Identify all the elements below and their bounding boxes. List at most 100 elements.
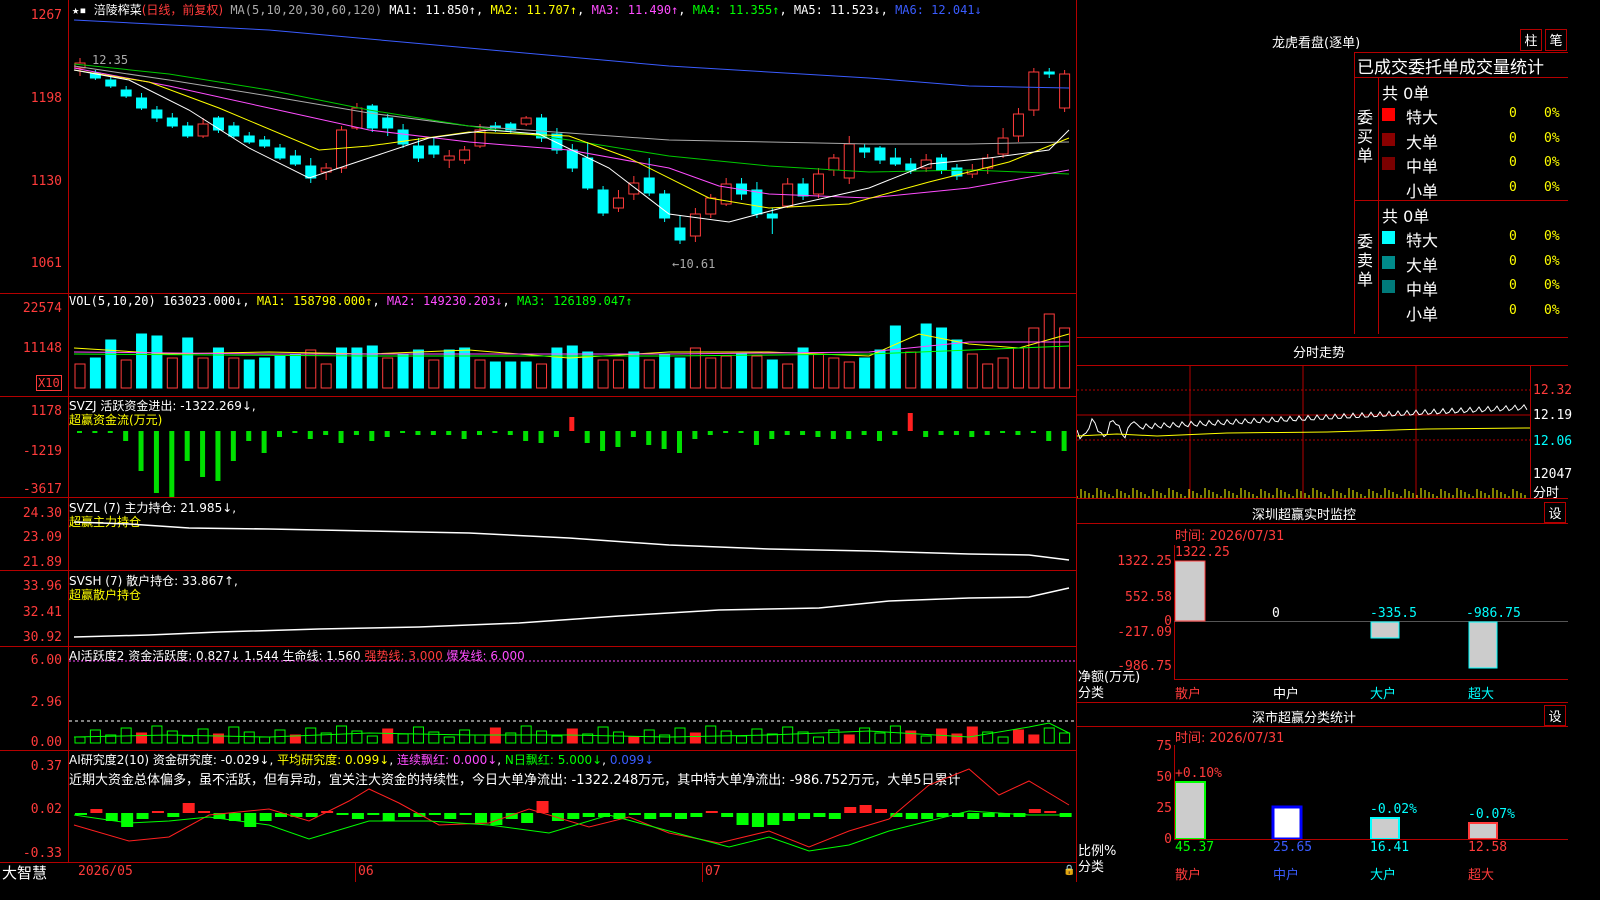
ma3-value: MA3: 11.490↑ [591,3,679,17]
candle-body [412,145,424,159]
candle-body [336,129,348,169]
candle-body [274,147,286,159]
volume-bar [782,363,794,389]
order-percent: 0% [1544,302,1560,318]
candle-body [428,145,440,155]
ai-activity-chart[interactable] [69,647,1075,750]
tick-view-button[interactable]: 笔 [1545,29,1567,51]
candle-body [1043,71,1055,75]
volume-bar [1059,327,1071,389]
fund-flow-chart[interactable] [69,397,1075,497]
fund-flow-bar [784,431,790,435]
activity-bar [966,726,978,744]
classification-bar-chart[interactable] [1175,745,1568,839]
activity-bar [151,725,163,744]
activity-bar [443,736,455,744]
class-bar-large [1370,817,1400,839]
research-bar [875,809,887,813]
volume-bar [982,363,994,389]
ma5-value: MA5: 11.523↓ [793,3,881,17]
fund-flow-bar [569,417,575,431]
intraday-price-tick: 12.06 [1533,434,1573,449]
y-tick: 30.92 [22,630,62,645]
monitor-value: 0 [1272,606,1280,621]
candlestick-chart[interactable] [69,18,1075,293]
candle-body [643,177,655,194]
candle-body [289,155,301,165]
volume-bar [182,337,194,389]
lock-icon[interactable]: 🔒 [1063,865,1075,876]
candle-body [382,117,394,129]
fund-flow-bar [492,431,498,433]
stock-name[interactable]: 涪陵榨菜 [94,3,142,17]
volume-bar [520,361,532,389]
candle-body [674,227,686,241]
classification-time: 时间: 2026/07/31 [1175,731,1285,746]
research-bar [367,813,380,815]
research-bar [1028,809,1041,813]
volume-bar [428,359,440,389]
candle-body [597,189,609,214]
y-tick: 1130 [30,174,62,189]
activity-bar [520,725,532,744]
bar-view-button[interactable]: 柱 [1520,29,1542,51]
candle-body [1012,113,1024,137]
volume-chart[interactable] [69,296,1075,396]
classification-y-tick: 0 [1164,832,1172,847]
order-count: 0 [1509,229,1517,244]
fund-flow-bar [292,431,298,433]
monitor-settings-button[interactable]: 设 [1544,502,1566,523]
fund-flow-bar [969,431,975,437]
order-count: 0 [1509,278,1517,293]
research-bar [967,813,980,819]
legend-swatch [1382,255,1395,269]
intraday-chart[interactable] [1077,366,1530,498]
activity-bar [74,736,86,744]
fund-flow-bar [938,431,944,435]
activity-bar [243,731,255,744]
order-percent: 0% [1544,278,1560,293]
research-bar [751,813,764,827]
research-bar [1044,811,1057,813]
volume-bar [628,351,640,389]
volume-bar [889,325,901,389]
volume-bar [936,327,948,389]
volume-bar [997,357,1009,389]
research-bar [459,813,472,815]
candle-body [874,147,886,161]
research-bar [121,813,134,827]
activity-bar [705,725,717,744]
monitor-value: -335.5 [1370,606,1417,621]
classification-settings-button[interactable]: 设 [1544,705,1566,726]
fund-flow-bar [138,431,144,471]
retail-holding-line [73,587,1070,638]
volume-bar [828,357,840,389]
research-bar [567,813,580,819]
activity-bar [566,728,578,744]
classification-change: -0.02% [1370,802,1417,817]
fund-flow-bar [753,431,759,445]
fund-flow-bar [169,431,175,497]
research-bar [659,813,672,817]
research-bar [859,805,872,813]
ma2-value: MA2: 11.707↑ [490,3,578,17]
monitor-bar-super [1468,621,1498,669]
volume-bar [274,355,286,389]
research-bar [75,813,87,815]
legend-swatch [1382,157,1395,170]
ma4-value: MA4: 11.355↑ [692,3,780,17]
ai-research-chart[interactable] [69,751,1075,862]
fund-flow-bar [1046,431,1052,441]
dragon-tiger-title: 龙虎看盘(逐单) [1272,36,1361,51]
activity-bar [720,730,732,744]
fund-flow-bar [861,431,867,435]
activity-bar [597,726,609,744]
candle-body [105,79,117,87]
y-tick: 11148 [22,341,62,356]
candle-body [520,117,532,125]
activity-bar [612,731,624,744]
fund-flow-bar [77,431,82,433]
volume-bar [751,355,763,389]
volume-bar [966,353,978,389]
activity-bar [1059,732,1071,744]
